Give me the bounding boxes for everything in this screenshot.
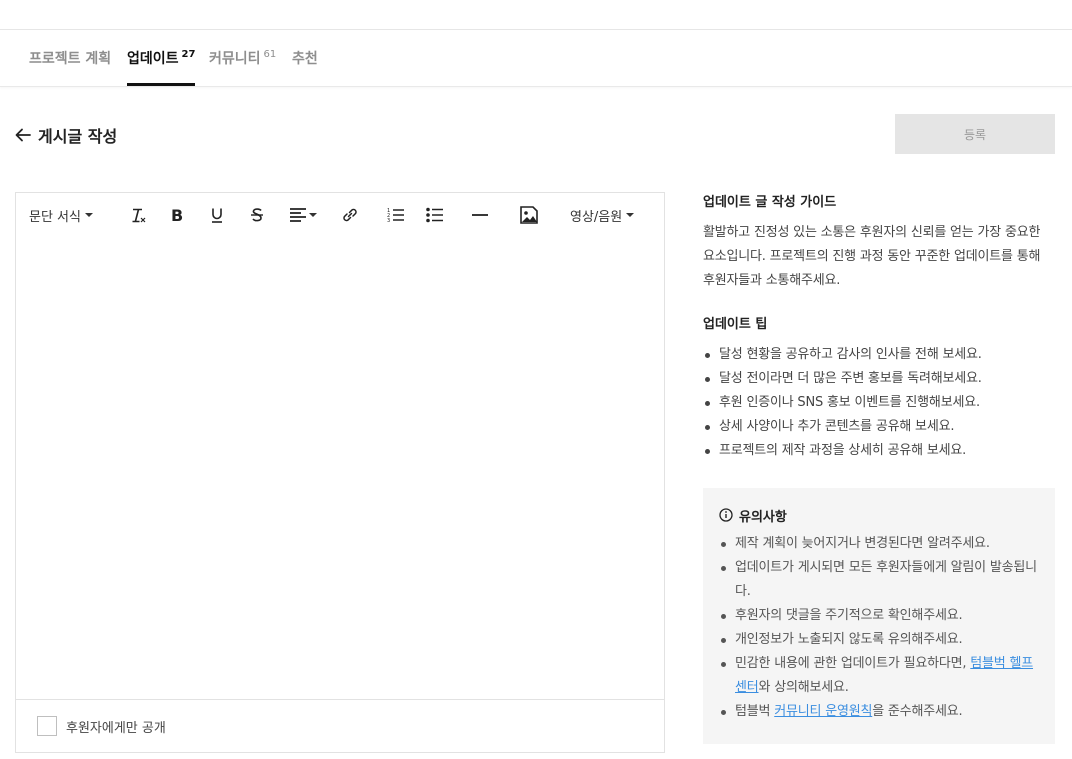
list-item: 후원자의 댓글을 주기적으로 확인해주세요. <box>719 604 1039 628</box>
help-text-after: 와 상의해보세요. <box>758 680 849 695</box>
list-item: 달성 전이라면 더 많은 주변 홍보를 독려해보세요. <box>703 367 1055 391</box>
underline-button[interactable] <box>207 205 227 225</box>
guide-title: 업데이트 글 작성 가이드 <box>703 195 837 210</box>
backer-only-checkbox[interactable] <box>37 716 57 736</box>
bold-button[interactable]: B <box>167 205 187 225</box>
list-item: 달성 현황을 공유하고 감사의 인사를 전해 보세요. <box>703 343 1055 367</box>
strikethrough-button[interactable] <box>247 205 267 225</box>
back-button[interactable]: 게시글 작성 <box>14 122 117 148</box>
backer-only-label: 후원자에게만 공개 <box>66 720 166 736</box>
clear-format-icon <box>132 208 146 223</box>
strikethrough-icon <box>251 208 263 222</box>
list-item: 민감한 내용에 관한 업데이트가 필요하다면, 텀블벅 헬프센터와 상의해보세요… <box>719 652 1039 700</box>
arrow-left-icon <box>15 128 31 142</box>
project-tabs: 프로젝트 계획 업데이트 27 커뮤니티 61 추천 <box>0 30 1072 87</box>
media-label: 영상/음원 <box>570 209 623 225</box>
tips-list: 달성 현황을 공유하고 감사의 인사를 전해 보세요. 달성 전이라면 더 많은… <box>703 343 1055 463</box>
info-icon <box>719 508 733 522</box>
chevron-down-icon <box>84 213 93 217</box>
editor-toolbar: 문단 서식 B 123 영상/음원 <box>16 193 664 237</box>
underline-icon <box>212 208 222 223</box>
post-editor: 문단 서식 B 123 영상/음원 후원자에게만 공개 <box>15 192 665 753</box>
policy-text-before: 텀블벅 <box>735 704 775 719</box>
svg-text:3: 3 <box>387 218 390 224</box>
list-item: 개인정보가 노출되지 않도록 유의해주세요. <box>719 628 1039 652</box>
list-item: 상세 사양이나 추가 콘텐츠를 공유해 보세요. <box>703 415 1055 439</box>
tab-updates[interactable]: 업데이트 27 <box>127 30 196 86</box>
notice-box: 유의사항 제작 계획이 늦어지거나 변경된다면 알려주세요. 업데이트가 게시되… <box>703 488 1055 744</box>
list-item: 후원 인증이나 SNS 홍보 이벤트를 진행해보세요. <box>703 391 1055 415</box>
writing-guide: 업데이트 글 작성 가이드 활발하고 진정성 있는 소통은 후원자의 신뢰를 얻… <box>703 193 1055 463</box>
active-tab-indicator <box>127 83 196 86</box>
top-bar <box>0 0 1072 30</box>
list-item: 프로젝트의 제작 과정을 상세히 공유해 보세요. <box>703 439 1055 463</box>
ordered-list-icon: 123 <box>387 208 404 224</box>
notice-header: 유의사항 <box>719 504 1039 526</box>
bold-icon: B <box>171 206 183 224</box>
guide-body: 활발하고 진정성 있는 소통은 후원자의 신뢰를 얻는 가장 중요한 요소입니다… <box>703 225 1041 288</box>
list-item: 제작 계획이 늦어지거나 변경된다면 알려주세요. <box>719 532 1039 556</box>
paragraph-format-label: 문단 서식 <box>29 209 81 225</box>
ordered-list-button[interactable]: 123 <box>386 205 406 225</box>
policy-text-after: 을 준수해주세요. <box>872 704 963 719</box>
tab-count: 27 <box>181 48 196 60</box>
help-text-before: 민감한 내용에 관한 업데이트가 필요하다면, <box>735 656 971 671</box>
editor-footer: 후원자에게만 공개 <box>16 699 664 752</box>
svg-text:B: B <box>171 206 183 224</box>
chevron-down-icon <box>309 213 317 217</box>
chevron-down-icon <box>626 213 635 217</box>
link-button[interactable] <box>340 205 360 225</box>
page-title: 게시글 작성 <box>38 127 118 146</box>
image-icon <box>520 206 538 224</box>
horizontal-rule-icon <box>472 214 488 216</box>
unordered-list-icon <box>426 207 443 223</box>
link-icon <box>343 208 357 222</box>
tab-project-plan[interactable]: 프로젝트 계획 <box>29 30 111 86</box>
tab-label: 추천 <box>292 51 318 67</box>
tips-title: 업데이트 팁 <box>703 317 768 332</box>
editor-content-area[interactable] <box>16 237 664 699</box>
list-item: 업데이트가 게시되면 모든 후원자들에게 알림이 발송됩니다. <box>719 556 1039 604</box>
tab-label: 업데이트 <box>127 51 179 67</box>
notice-list: 제작 계획이 늦어지거나 변경된다면 알려주세요. 업데이트가 게시되면 모든 … <box>719 532 1039 724</box>
media-dropdown[interactable]: 영상/음원 <box>570 205 635 225</box>
notice-title: 유의사항 <box>739 509 787 525</box>
community-policy-link[interactable]: 커뮤니티 운영원칙 <box>774 704 872 719</box>
align-dropdown[interactable] <box>288 205 318 225</box>
horizontal-rule-button[interactable] <box>470 205 490 225</box>
submit-button[interactable]: 등록 <box>895 114 1055 154</box>
tab-recommend[interactable]: 추천 <box>292 30 318 86</box>
align-icon <box>290 208 306 222</box>
unordered-list-button[interactable] <box>425 205 445 225</box>
list-item: 텀블벅 커뮤니티 운영원칙을 준수해주세요. <box>719 700 1039 724</box>
image-button[interactable] <box>518 205 540 225</box>
clear-format-button[interactable] <box>128 205 148 225</box>
tab-community[interactable]: 커뮤니티 61 <box>209 30 276 86</box>
tab-label: 커뮤니티 <box>209 51 261 67</box>
tab-label: 프로젝트 계획 <box>29 51 112 67</box>
paragraph-format-dropdown[interactable]: 문단 서식 <box>29 205 93 225</box>
tab-count: 61 <box>263 48 277 60</box>
